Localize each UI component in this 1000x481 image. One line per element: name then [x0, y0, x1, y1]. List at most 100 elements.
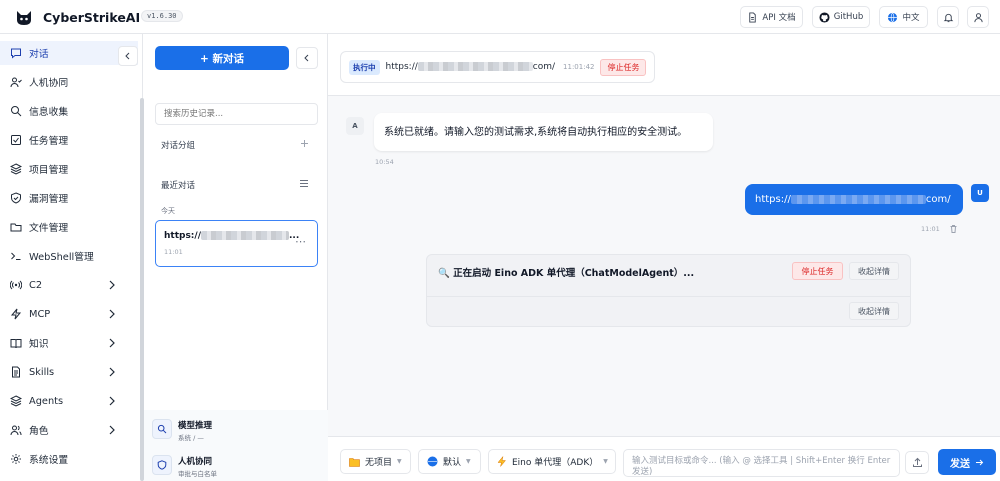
cat-logo-icon — [17, 11, 31, 25]
history-search-input[interactable] — [155, 103, 318, 125]
sidebar-item-label: 角色 — [29, 426, 49, 437]
more-icon[interactable]: ⋯ — [295, 235, 306, 248]
groups-title: 对话分组 — [161, 141, 196, 151]
chevron-left-icon — [125, 52, 130, 60]
github-button[interactable]: GitHub — [812, 6, 870, 28]
users-icon — [10, 424, 22, 436]
sidebar-item-skills[interactable]: Skills — [0, 360, 138, 384]
sidebar-item-tasks[interactable]: 任务管理 — [0, 128, 138, 152]
today-label: 今天 — [161, 207, 175, 215]
list-menu-icon[interactable] — [299, 179, 309, 188]
document-icon — [10, 366, 22, 378]
search-icon — [10, 105, 22, 117]
gear-icon — [10, 453, 22, 465]
trash-icon[interactable] — [949, 224, 958, 233]
new-chat-button[interactable]: + 新对话 — [155, 46, 289, 70]
project-select[interactable]: 无项目 ▼ — [340, 449, 411, 474]
github-label: GitHub — [833, 12, 864, 22]
terminal-icon — [10, 250, 22, 262]
sidebar-item-roles[interactable]: 角色 — [0, 418, 138, 442]
sidebar-item-label: MCP — [29, 308, 51, 320]
broadcast-icon — [10, 279, 22, 291]
sidebar-item-knowledge[interactable]: 知识 — [0, 331, 138, 355]
add-group-icon[interactable] — [300, 139, 309, 148]
shield-icon — [152, 455, 172, 475]
recent-title: 最近对话 — [161, 181, 196, 191]
bell-icon — [943, 13, 953, 22]
sidebar-item-label: 知识 — [29, 339, 49, 350]
language-button[interactable]: 中文 — [879, 6, 928, 28]
running-badge: 执行中 — [349, 59, 380, 75]
chat-input[interactable]: 输入测试目标或命令... (输入 @ 选择工具 | Shift+Enter 换行… — [623, 449, 900, 477]
model-inference-title: 模型推理 — [178, 421, 213, 431]
notification-button[interactable] — [937, 6, 959, 28]
assistant-message: 系统已就绪。请输入您的测试需求,系统将自动执行相应的安全测试。 — [374, 113, 713, 151]
stop-task-button[interactable]: 停止任务 — [792, 262, 843, 280]
sidebar-item-label: 漏洞管理 — [29, 194, 69, 205]
sidebar-item-mcp[interactable]: MCP — [0, 302, 138, 326]
sidebar-collapse-button[interactable] — [118, 46, 138, 66]
collapse-details-button[interactable]: 收起详情 — [849, 262, 899, 280]
user-menu-button[interactable] — [967, 6, 989, 28]
folder-icon — [10, 221, 22, 233]
upload-button[interactable] — [905, 451, 929, 474]
chevron-left-icon — [304, 54, 309, 62]
sidebar-item-label: Agents — [29, 395, 64, 407]
sidebar-item-label: 项目管理 — [29, 165, 69, 176]
api-docs-button[interactable]: API 文档 — [740, 6, 803, 28]
folder-icon — [349, 457, 360, 467]
message-time: 11:01 — [921, 225, 940, 233]
collapse-details-button[interactable]: 收起详情 — [849, 302, 899, 320]
chat-icon — [10, 47, 22, 59]
redacted-text — [200, 231, 289, 240]
conversation-item[interactable]: https://... 11:01 ⋯ — [155, 220, 318, 267]
human-collab-item[interactable]: 人机协同 审批与白名单 — [152, 455, 217, 478]
search-icon — [152, 419, 172, 439]
version-badge: v1.6.30 — [141, 10, 183, 22]
shield-icon — [10, 192, 22, 204]
layers-icon — [10, 163, 22, 175]
role-select[interactable]: 默认 ▼ — [418, 449, 481, 474]
task-icon — [10, 134, 22, 146]
task-time: 11:01:42 — [563, 63, 595, 71]
arrow-right-icon — [976, 459, 984, 465]
send-button[interactable]: 发送 — [938, 449, 996, 475]
process-title: 🔍 正在启动 Eino ADK 单代理（ChatModelAgent）... — [438, 268, 695, 279]
sidebar-item-label: WebShell管理 — [29, 252, 94, 263]
document-icon — [749, 11, 757, 23]
sidebar-item-collab[interactable]: 人机协同 — [0, 70, 138, 94]
sidebar-item-c2[interactable]: C2 — [0, 273, 138, 297]
sidebar-item-webshell[interactable]: WebShell管理 — [0, 244, 138, 268]
sidebar-item-agents[interactable]: Agents — [0, 389, 138, 413]
sidebar-item-label: 文件管理 — [29, 223, 69, 234]
human-collab-title: 人机协同 — [178, 457, 213, 467]
model-inference-subtitle: 系统 / — — [178, 434, 204, 442]
api-docs-label: API 文档 — [762, 13, 796, 23]
sidebar-item-recon[interactable]: 信息收集 — [0, 99, 138, 123]
sidebar-item-settings[interactable]: 系统设置 — [0, 447, 138, 471]
sidebar-item-label: 系统设置 — [29, 455, 69, 466]
chevron-right-icon — [109, 396, 115, 406]
app-name: CyberStrikeAI — [43, 10, 141, 25]
chevron-right-icon — [109, 280, 115, 290]
user-icon — [973, 12, 983, 22]
globe-icon — [888, 12, 898, 22]
sidebar-item-vulns[interactable]: 漏洞管理 — [0, 186, 138, 210]
stop-task-button[interactable]: 停止任务 — [600, 58, 647, 76]
chevron-right-icon — [109, 425, 115, 435]
history-collapse-button[interactable] — [296, 47, 318, 69]
message-time: 10:54 — [375, 158, 394, 166]
sidebar-item-label: Skills — [29, 366, 55, 378]
sidebar-item-projects[interactable]: 项目管理 — [0, 157, 138, 181]
github-icon — [819, 11, 830, 23]
model-inference-item[interactable]: 模型推理系统 / — — [152, 419, 212, 442]
sidebar-item-files[interactable]: 文件管理 — [0, 215, 138, 239]
bolt-icon — [10, 308, 22, 320]
upload-icon — [912, 457, 922, 467]
sidebar-item-label: 人机协同 — [29, 78, 69, 89]
globe-icon — [427, 456, 438, 467]
conversation-title: https:// — [164, 231, 201, 241]
chevron-right-icon — [109, 309, 115, 319]
top-bar: CyberStrikeAI v1.6.30 API 文档 GitHub 中文 — [0, 0, 1000, 34]
agent-select[interactable]: Eino 单代理（ADK） ▼ — [488, 449, 616, 474]
